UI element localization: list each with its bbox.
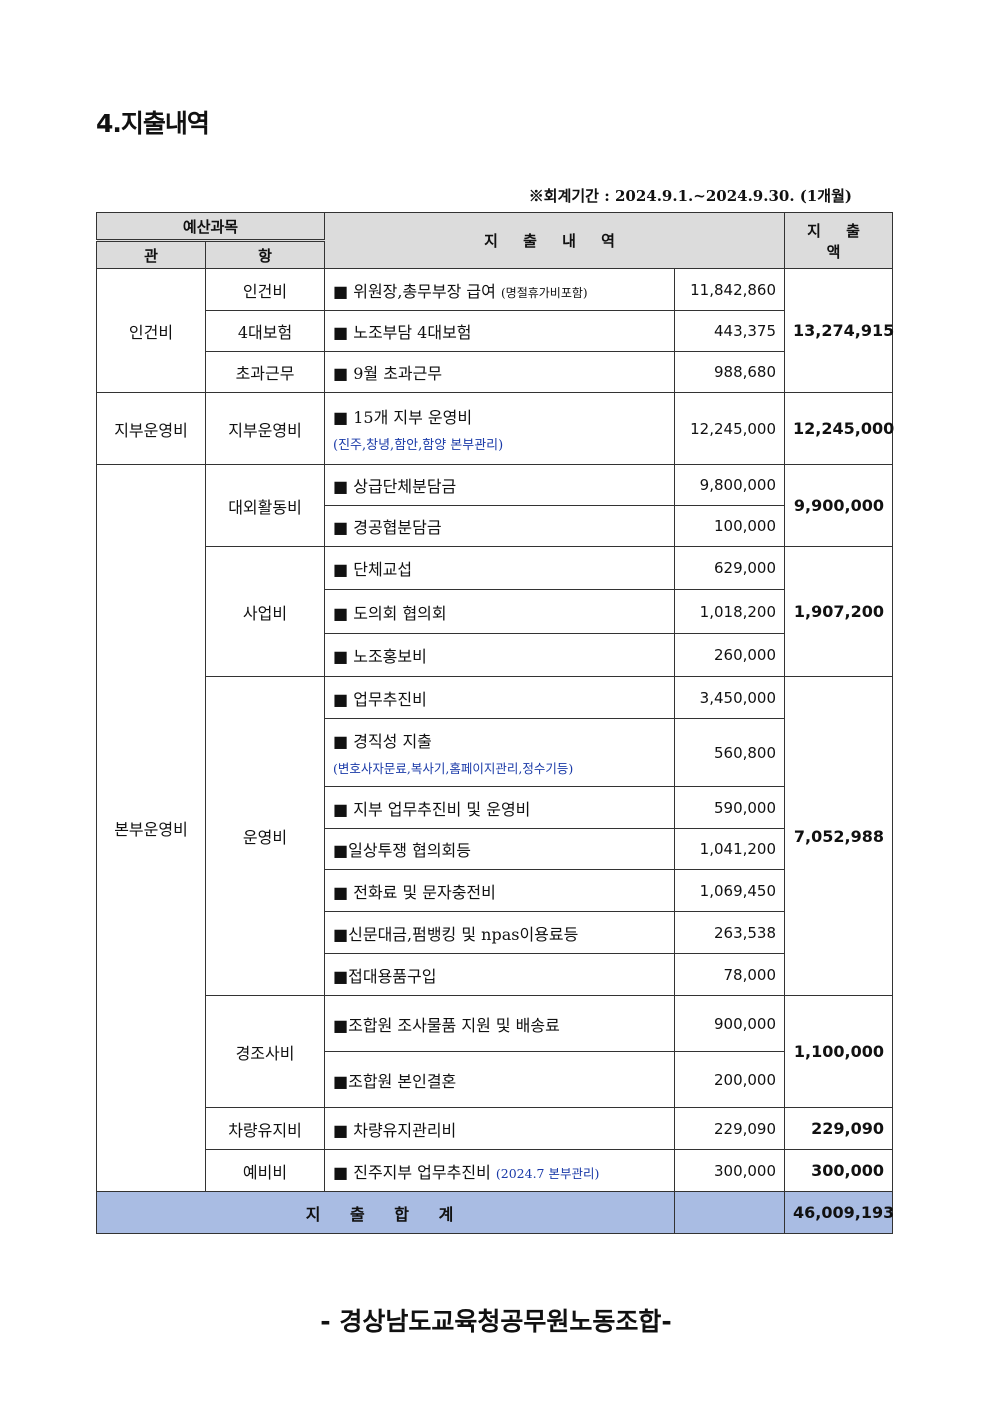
organization-footer: - 경상남도교육청공무원노동조합- [320, 1307, 672, 1336]
amount-cell: 988,680 [674, 351, 786, 393]
amount-cell: 11,842,860 [674, 268, 786, 311]
amount-cell: 1,041,200 [674, 828, 786, 870]
desc-text: ■ 위원장,총무부장 급여 [333, 281, 496, 301]
table-row: 인건비 인건비 ■ 위원장,총무부장 급여 (명절휴가비포함) 11,842,8… [96, 268, 894, 393]
total-label: 지 출 합 계 [95, 1191, 676, 1234]
hang-cell: 예비비 [204, 1149, 326, 1192]
desc-cell: ■조합원 조사물품 지원 및 배송료 [324, 995, 676, 1052]
table-row: 초과근무 ■ 9월 초과근무 988,680 [97, 351, 893, 393]
amount-cell: 260,000 [674, 633, 786, 677]
kwan-cell: 인건비 [96, 268, 206, 393]
desc-note: (진주,창녕,함안,함양 본부관리) [333, 438, 504, 453]
table-row: 지부운영비 지부운영비 ■ 15개 지부 운영비 (진주,창녕,함안,함양 본부관… [96, 392, 894, 465]
amount-cell: 3,450,000 [674, 676, 786, 719]
amount-cell: 590,000 [674, 786, 786, 829]
desc-cell: ■일상투쟁 협의회등 [324, 828, 676, 870]
desc-note: (2024.7 본부관리) [495, 1165, 600, 1181]
header-kwan: 관 [96, 240, 206, 269]
desc-text: ■ 15개 지부 운영비 [333, 408, 473, 427]
hang-cell: 운영비 [204, 676, 326, 996]
amount-cell: 1,018,200 [674, 589, 786, 634]
subtotal-cell: 229,090 [784, 1107, 894, 1150]
subtotal-cell: 13,274,915 [784, 268, 894, 393]
header-amount: 지 출 액 [784, 212, 894, 269]
subtotal-cell: 1,100,000 [784, 995, 894, 1108]
amount-cell: 1,069,450 [674, 869, 786, 912]
amount-cell: 229,090 [674, 1107, 786, 1150]
hang-cell: 경조사비 [204, 995, 326, 1108]
desc-cell: ■ 전화료 및 문자충전비 [324, 869, 676, 912]
hang-cell: 차량유지비 [204, 1107, 326, 1150]
table-row: 4대보험 ■ 노조부담 4대보험 443,375 [97, 310, 893, 352]
header-hang: 항 [204, 240, 326, 269]
hang-cell: 대외활동비 [204, 464, 326, 547]
subtotal-cell: 12,245,000 [784, 392, 894, 465]
subtotal-cell: 1,907,200 [784, 546, 894, 677]
desc-note: (명절휴가비포함) [500, 285, 588, 300]
table-row: 본부운영비 대외활동비 ■ 상급단체분담금 9,800,000 9,900,00… [96, 464, 894, 1192]
desc-cell: ■ 업무추진비 [324, 676, 676, 719]
amount-cell: 263,538 [674, 911, 786, 954]
desc-cell: ■ 위원장,총무부장 급여 (명절휴가비포함) [324, 268, 676, 311]
desc-note: (변호사자문료,복사기,홈페이지관리,정수기등) [333, 761, 574, 776]
table-row: 차량유지비 ■ 차량유지관리비 229,090 229,090 [97, 1107, 894, 1150]
table-row: 운영비 ■ 업무추진비 3,450,000 7,052,988 [97, 676, 894, 996]
amount-cell: 100,000 [674, 505, 786, 547]
desc-cell: ■ 상급단체분담금 [324, 464, 676, 506]
hang-cell: 초과근무 [204, 351, 326, 393]
desc-cell: ■ 차량유지관리비 [324, 1107, 676, 1150]
table-row: 경조사비 ■조합원 조사물품 지원 및 배송료 900,000 1,100,00… [97, 995, 894, 1108]
desc-cell: ■ 지부 업무추진비 및 운영비 [324, 786, 676, 829]
desc-cell: ■ 단체교섭 [324, 546, 676, 590]
desc-text: ■ 경직성 지출 [333, 732, 432, 751]
table-row: 예비비 ■ 진주지부 업무추진비 (2024.7 본부관리) 300,000 3… [97, 1149, 894, 1192]
total-value: 46,009,193 [784, 1191, 894, 1234]
desc-cell: ■ 노조부담 4대보험 [324, 310, 676, 352]
kwan-cell: 본부운영비 [96, 464, 206, 1192]
amount-cell: 300,000 [674, 1149, 786, 1192]
subtotal-cell: 7,052,988 [784, 676, 894, 996]
desc-cell: ■ 노조홍보비 [324, 633, 676, 677]
hang-cell: 사업비 [204, 546, 326, 677]
desc-cell: ■신문대금,펌뱅킹 및 npas이용료등 [324, 911, 676, 954]
amount-cell: 560,800 [674, 718, 786, 787]
amount-cell: 629,000 [674, 546, 786, 590]
subtotal-cell: 300,000 [784, 1149, 894, 1192]
amount-cell: 200,000 [674, 1051, 786, 1108]
amount-cell: 9,800,000 [674, 464, 786, 506]
amount-cell: 12,245,000 [674, 392, 786, 465]
kwan-cell: 지부운영비 [96, 392, 206, 465]
desc-cell: ■ 15개 지부 운영비 (진주,창녕,함안,함양 본부관리) [324, 392, 676, 465]
subtotal-cell: 9,900,000 [784, 464, 894, 547]
desc-text: ■ 진주지부 업무추진비 [333, 1162, 491, 1182]
desc-cell: ■ 9월 초과근무 [324, 351, 676, 393]
desc-cell: ■ 도의회 협의회 [324, 589, 676, 634]
expenditure-table: 예산과목 지 출 내 역 지 출 액 관 항 인건비 인건비 ■ 위원장,총무부… [95, 212, 894, 1234]
desc-cell: ■접대용품구입 [324, 953, 676, 996]
hang-cell: 지부운영비 [204, 392, 326, 465]
desc-cell: ■조합원 본인결혼 [324, 1051, 676, 1108]
total-spacer [674, 1191, 786, 1234]
accounting-period: ※회계기간 : 2024.9.1.~2024.9.30. (1개월) [528, 187, 852, 205]
desc-cell: ■ 경공협분담금 [324, 505, 676, 547]
total-row: 지 출 합 계 46,009,193 [95, 1191, 894, 1234]
hang-cell: 인건비 [204, 268, 326, 311]
amount-cell: 900,000 [674, 995, 786, 1052]
desc-cell: ■ 진주지부 업무추진비 (2024.7 본부관리) [324, 1149, 676, 1192]
table-row: 사업비 ■ 단체교섭 629,000 1,907,200 [97, 546, 894, 677]
header-details: 지 출 내 역 [324, 212, 786, 269]
desc-cell: ■ 경직성 지출 (변호사자문료,복사기,홈페이지관리,정수기등) [324, 718, 676, 787]
amount-cell: 78,000 [674, 953, 786, 996]
amount-cell: 443,375 [674, 310, 786, 352]
section-title: 4.지출내역 [96, 109, 210, 138]
header-budget-subject: 예산과목 [95, 212, 326, 242]
hang-cell: 4대보험 [204, 310, 326, 352]
